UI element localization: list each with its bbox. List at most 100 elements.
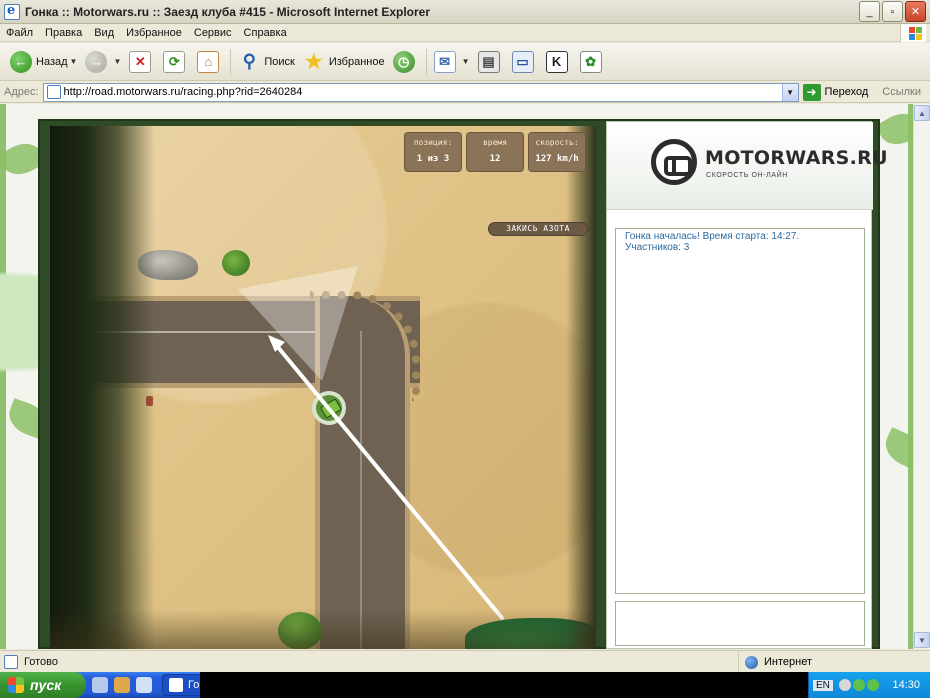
- stop-icon: ✕: [129, 50, 152, 73]
- refresh-button[interactable]: ⟳: [159, 47, 193, 77]
- language-indicator[interactable]: EN: [813, 679, 833, 691]
- tray-icon[interactable]: [852, 679, 865, 691]
- ie-icon: [169, 678, 183, 692]
- window-title: Гонка :: Motorwars.ru :: Заезд клуба #41…: [25, 4, 430, 19]
- motorwars-logo-icon: [651, 139, 697, 185]
- system-tray: EN 14:30: [808, 672, 930, 698]
- links-button[interactable]: Ссылки: [882, 86, 921, 98]
- shadow-bottom: [50, 609, 596, 649]
- address-url[interactable]: http://road.motorwars.ru/racing.php?rid=…: [64, 86, 303, 98]
- tray-icon[interactable]: [866, 679, 879, 691]
- hud-position-value: 1 из 3: [416, 154, 450, 164]
- security-zone: Интернет: [738, 651, 930, 673]
- favorites-button[interactable]: ★ Избранное: [299, 47, 389, 77]
- vertical-scrollbar[interactable]: ▲ ▼: [913, 104, 930, 649]
- stop-button[interactable]: ✕: [125, 47, 159, 77]
- menu-edit[interactable]: Правка: [39, 27, 88, 39]
- scroll-up-button[interactable]: ▲: [914, 105, 930, 121]
- race-track[interactable]: позиция: 1 из 3 время 12 скорость: 127 k…: [50, 126, 596, 649]
- history-icon: ◷: [392, 50, 415, 73]
- go-arrow-icon: ➜: [802, 83, 821, 101]
- edit-icon: ▭: [511, 50, 534, 73]
- search-icon: ⚲: [242, 51, 256, 71]
- edit-button[interactable]: ▭: [508, 47, 542, 77]
- quicklaunch-icon[interactable]: [114, 677, 130, 693]
- globe-icon: [745, 655, 758, 669]
- zone-label: Интернет: [764, 656, 812, 668]
- status-text: Готово: [24, 655, 58, 668]
- menu-view[interactable]: Вид: [88, 27, 120, 39]
- toolbar: ← Назад ▼ → ▼ ✕ ⟳ ⌂ ⚲ Поиск ★ Избранное …: [0, 43, 930, 81]
- menu-file[interactable]: Файл: [0, 27, 39, 39]
- scroll-down-button[interactable]: ▼: [914, 632, 930, 648]
- history-button[interactable]: ◷: [389, 47, 423, 77]
- taskbar-window-label: Го: [188, 679, 200, 691]
- forward-dropdown-icon[interactable]: ▼: [113, 57, 121, 66]
- page-content: позиция: 1 из 3 время 12 скорость: 127 k…: [0, 104, 913, 649]
- close-button[interactable]: ✕: [905, 1, 926, 22]
- toolbar-divider: [230, 48, 232, 75]
- chat-input[interactable]: [615, 601, 865, 646]
- minimize-button[interactable]: _: [859, 1, 880, 22]
- hud-speed-value: 127 km/h: [535, 154, 579, 164]
- maximize-button[interactable]: ▫: [882, 1, 903, 22]
- shadow-right: [566, 126, 596, 649]
- address-dropdown-icon[interactable]: ▼: [781, 83, 798, 101]
- chat-log[interactable]: Гонка началась! Время старта: 14:27. Уча…: [615, 228, 865, 594]
- search-label: Поиск: [264, 55, 295, 68]
- print-button[interactable]: ▤: [474, 47, 508, 77]
- windows-logo-icon: [900, 24, 926, 42]
- mail-dropdown-icon[interactable]: ▼: [462, 57, 470, 66]
- favorites-label: Избранное: [328, 55, 385, 68]
- address-input[interactable]: http://road.motorwars.ru/racing.php?rid=…: [42, 82, 799, 102]
- back-arrow-icon: ←: [10, 50, 32, 73]
- menu-favorites[interactable]: Избранное: [120, 27, 188, 39]
- address-bar: Адрес: http://road.motorwars.ru/racing.p…: [0, 82, 930, 103]
- back-dropdown-icon[interactable]: ▼: [70, 57, 78, 66]
- menu-bar: Файл Правка Вид Избранное Сервис Справка: [0, 24, 930, 42]
- hud-time: время 12: [466, 132, 524, 172]
- hud-position-label: позиция:: [413, 138, 453, 147]
- hud-position: позиция: 1 из 3: [404, 132, 462, 172]
- star-icon: ★: [304, 51, 323, 73]
- tray-icon[interactable]: [838, 679, 851, 691]
- redacted-area: [200, 672, 810, 698]
- k-button[interactable]: K: [542, 47, 576, 77]
- hud-time-label: время: [482, 138, 508, 147]
- quicklaunch-icon[interactable]: [92, 677, 108, 693]
- menu-help[interactable]: Справка: [238, 27, 293, 39]
- mail-button[interactable]: ✉ ▼: [430, 47, 474, 77]
- refresh-icon: ⟳: [163, 50, 186, 73]
- home-button[interactable]: ⌂: [193, 47, 227, 77]
- address-label: Адрес:: [4, 86, 39, 98]
- clock: 14:30: [892, 679, 920, 691]
- hud-time-value: 12: [489, 154, 501, 164]
- hud-speed: скорость: 127 km/h: [528, 132, 586, 172]
- logo-tagline: СКОРОСТЬ ОН-ЛАЙН: [706, 172, 788, 179]
- back-button[interactable]: ← Назад ▼: [6, 47, 81, 77]
- menu-tools[interactable]: Сервис: [188, 27, 238, 39]
- start-label: пуск: [30, 677, 62, 693]
- messenger-icon: ✿: [579, 50, 602, 73]
- start-button[interactable]: пуск: [0, 672, 86, 698]
- quicklaunch-icon[interactable]: [136, 677, 152, 693]
- forward-button[interactable]: → ▼: [81, 47, 125, 77]
- title-bar: Гонка :: Motorwars.ru :: Заезд клуба #41…: [0, 0, 930, 24]
- steering-arrow-line: [270, 338, 504, 620]
- logo-header: MOTORWARS.RU СКОРОСТЬ ОН-ЛАЙН: [607, 122, 888, 210]
- chat-message: Гонка началась! Время старта: 14:27. Уча…: [625, 231, 800, 253]
- race-hud: позиция: 1 из 3 время 12 скорость: 127 k…: [404, 132, 586, 172]
- back-label: Назад: [36, 55, 68, 68]
- search-button[interactable]: ⚲ Поиск: [234, 47, 298, 77]
- home-icon: ⌂: [197, 50, 220, 73]
- windows-flag-icon: [8, 677, 24, 693]
- messenger-button[interactable]: ✿: [576, 47, 610, 77]
- chat-panel: MOTORWARS.RU СКОРОСТЬ ОН-ЛАЙН Гонка нача…: [606, 121, 888, 649]
- logo-text: MOTORWARS.RU: [705, 147, 888, 169]
- steering-arrow-head: [268, 335, 285, 352]
- nitro-button[interactable]: ЗАКИСЬ АЗОТА: [488, 222, 588, 236]
- ie-icon: [4, 3, 20, 20]
- hud-speed-label: скорость:: [535, 138, 579, 147]
- page-icon: [46, 85, 61, 99]
- go-button[interactable]: ➜ Переход: [802, 83, 868, 101]
